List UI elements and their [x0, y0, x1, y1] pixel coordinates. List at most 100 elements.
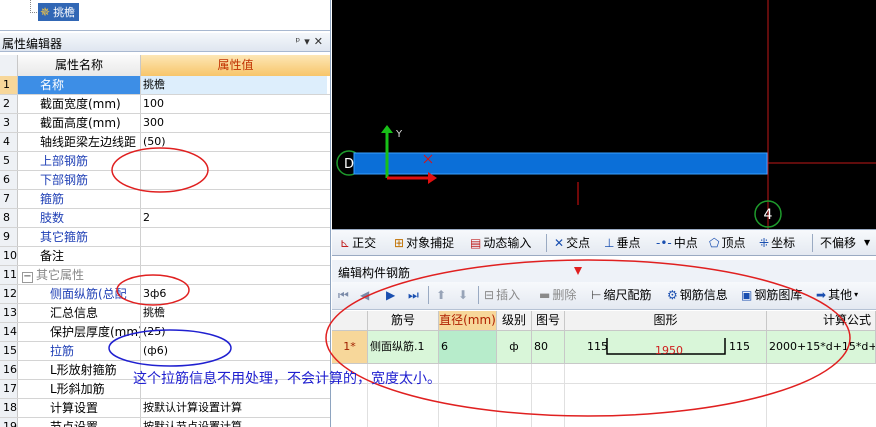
snap-toolbar: ⊾ 正交 ⊞ 对象捕捉 ▤ 动态输入 ✕ 交点 ⊥ 垂点 -•- 中点 ⬠ 顶点 ⁜ 坐标 不偏… — [332, 229, 876, 256]
property-value[interactable]: (25) — [141, 323, 327, 341]
cell-diameter[interactable]: 6 — [439, 331, 497, 363]
cell-grade[interactable]: ф — [497, 331, 532, 363]
pin-icon[interactable]: ᵖ — [296, 35, 305, 48]
property-value[interactable] — [141, 247, 327, 265]
panel-buttons[interactable]: ᵖ▾✕ — [296, 35, 327, 48]
property-name: 侧面纵筋(总配 — [18, 285, 141, 303]
delete-button[interactable]: ▬ 删除 — [539, 286, 576, 304]
col-bar-no[interactable]: 筋号 — [368, 311, 439, 330]
prev-record-button[interactable]: ◀ — [360, 286, 369, 304]
tree-item-selected[interactable]: ✵ 挑檐 — [38, 3, 80, 21]
property-group[interactable]: − 其它属性 — [18, 266, 141, 284]
dynamic-input-label: 动态输入 — [483, 236, 532, 250]
drawing-canvas[interactable]: 4 D Y — [332, 0, 876, 229]
property-value[interactable] — [141, 152, 327, 170]
snap-button[interactable]: ⊞ 对象捕捉 — [394, 234, 454, 252]
property-row-other-group[interactable]: 11 − 其它属性 — [0, 266, 330, 285]
property-row-side-rebar[interactable]: 12 侧面纵筋(总配 3ф6 — [0, 285, 330, 304]
property-value[interactable] — [141, 171, 327, 189]
property-value[interactable]: 按默认计算设置计算 — [141, 399, 327, 417]
property-value[interactable]: 3ф6 — [141, 285, 327, 303]
tree-item-label: 挑檐 — [53, 6, 76, 19]
move-down-button[interactable]: ⬇ — [458, 286, 468, 304]
row-number: 6 — [0, 171, 18, 189]
row-number: 19 — [0, 418, 18, 427]
property-row-summary[interactable]: 13 汇总信息 挑檐 — [0, 304, 330, 323]
next-record-button[interactable]: ▶ — [386, 286, 395, 304]
close-icon[interactable]: ✕ — [314, 35, 327, 48]
last-icon: ⏭ — [408, 288, 419, 302]
insert-button[interactable]: ⊟ 插入 — [484, 286, 520, 304]
coordinate-button[interactable]: ⁜ 坐标 — [759, 234, 795, 252]
property-value[interactable] — [141, 228, 327, 246]
cell-shape[interactable]: 115 1950 115 — [565, 331, 767, 363]
rebar-editor-title-bar: 编辑构件钢筋 — [332, 260, 876, 282]
property-name: 箍筋 — [18, 190, 141, 208]
scale-rebar-button[interactable]: ⊢ 缩尺配筋 — [591, 286, 651, 304]
property-row-stirrup[interactable]: 7 箍筋 — [0, 190, 330, 209]
intersection-button[interactable]: ✕ 交点 — [554, 234, 590, 252]
dynamic-input-button[interactable]: ▤ 动态输入 — [470, 234, 531, 252]
col-shape[interactable]: 图形 — [565, 311, 767, 330]
delete-label: 删除 — [552, 288, 577, 302]
first-record-button[interactable]: ⏮ — [338, 286, 349, 304]
axis-bubble-label: 4 — [764, 207, 773, 223]
rebar-library-button[interactable]: ▣ 钢筋图库 — [741, 286, 802, 304]
property-value[interactable]: 100 — [141, 95, 327, 113]
row-number: 3 — [0, 114, 18, 132]
property-row-height[interactable]: 3 截面高度(mm) 300 — [0, 114, 330, 133]
property-value[interactable]: 300 — [141, 114, 327, 132]
property-row-node-setting[interactable]: 19 节点设置 按默认节点设置计算 — [0, 418, 330, 427]
rebar-grid-row[interactable]: 1* 侧面纵筋.1 6 ф 80 115 1950 115 2000+15*d+… — [332, 331, 876, 364]
property-value[interactable] — [141, 190, 327, 208]
property-value[interactable]: 挑檐 — [141, 304, 327, 322]
ortho-button[interactable]: ⊾ 正交 — [340, 234, 376, 252]
property-row-calc-setting[interactable]: 18 计算设置 按默认计算设置计算 — [0, 399, 330, 418]
coordinate-label: 坐标 — [771, 236, 796, 250]
grid-rownum-header — [332, 311, 368, 330]
perpendicular-button[interactable]: ⊥ 垂点 — [604, 234, 640, 252]
col-diameter[interactable]: 直径(mm) — [439, 311, 497, 330]
property-row-top-rebar[interactable]: 5 上部钢筋 — [0, 152, 330, 171]
left-panel: ✵ 挑檐 属性编辑器 ᵖ▾✕ 属性名称 属性值 1 名称 挑檐 2 截面宽度(m… — [0, 0, 331, 427]
other-menu-button[interactable]: ➡ 其他 ▾ — [816, 286, 858, 304]
property-value[interactable]: 按默认节点设置计算 — [141, 418, 327, 427]
rebar-info-button[interactable]: ⚙ 钢筋信息 — [667, 286, 728, 304]
property-value[interactable]: (50) — [141, 133, 327, 151]
property-row-legs[interactable]: 8 肢数 2 — [0, 209, 330, 228]
midpoint-icon: -•- — [656, 236, 672, 250]
cell-shape-no[interactable]: 80 — [532, 331, 565, 363]
col-grade[interactable]: 级别 — [497, 311, 532, 330]
move-up-button[interactable]: ⬆ — [436, 286, 446, 304]
property-row-tie-bar[interactable]: 15 拉筋 (ф6) — [0, 342, 330, 361]
property-row-axis-offset[interactable]: 4 轴线距梁左边线距 (50) — [0, 133, 330, 152]
property-value[interactable]: 挑檐 — [141, 76, 327, 94]
info-icon: ⚙ — [667, 288, 678, 302]
vertex-label: 顶点 — [721, 236, 746, 250]
property-row-cover[interactable]: 14 保护层厚度(mm) (25) — [0, 323, 330, 342]
property-row-width[interactable]: 2 截面宽度(mm) 100 — [0, 95, 330, 114]
collapse-icon[interactable]: − — [22, 272, 33, 283]
row-number: 5 — [0, 152, 18, 170]
property-value[interactable]: (ф6) — [141, 342, 327, 360]
midpoint-button[interactable]: -•- 中点 — [656, 234, 698, 252]
beam-shape[interactable] — [353, 152, 768, 175]
vertex-button[interactable]: ⬠ 顶点 — [709, 234, 745, 252]
last-record-button[interactable]: ⏭ — [408, 286, 419, 304]
col-shape-no[interactable]: 图号 — [532, 311, 565, 330]
property-row-remark[interactable]: 10 备注 — [0, 247, 330, 266]
cell-formula[interactable]: 2000+15*d+15*d+12. — [767, 331, 876, 363]
library-icon: ▣ — [741, 288, 753, 302]
cell-bar-no[interactable]: 侧面纵筋.1 — [368, 331, 439, 363]
property-row-name[interactable]: 1 名称 挑檐 — [0, 76, 330, 95]
offset-select[interactable]: 不偏移 ▼ — [820, 234, 870, 252]
dropdown-icon[interactable]: ▾ — [304, 35, 314, 48]
property-name: 轴线距梁左边线距 — [18, 133, 141, 151]
property-name-header[interactable]: 属性名称 — [18, 55, 141, 76]
property-value-header[interactable]: 属性值 — [141, 55, 330, 76]
col-formula[interactable]: 计算公式 — [767, 311, 876, 330]
rebar-grid-header: 筋号 直径(mm) 级别 图号 图形 计算公式 — [332, 311, 876, 331]
property-row-bottom-rebar[interactable]: 6 下部钢筋 — [0, 171, 330, 190]
property-value[interactable]: 2 — [141, 209, 327, 227]
property-row-other-stirrup[interactable]: 9 其它箍筋 — [0, 228, 330, 247]
